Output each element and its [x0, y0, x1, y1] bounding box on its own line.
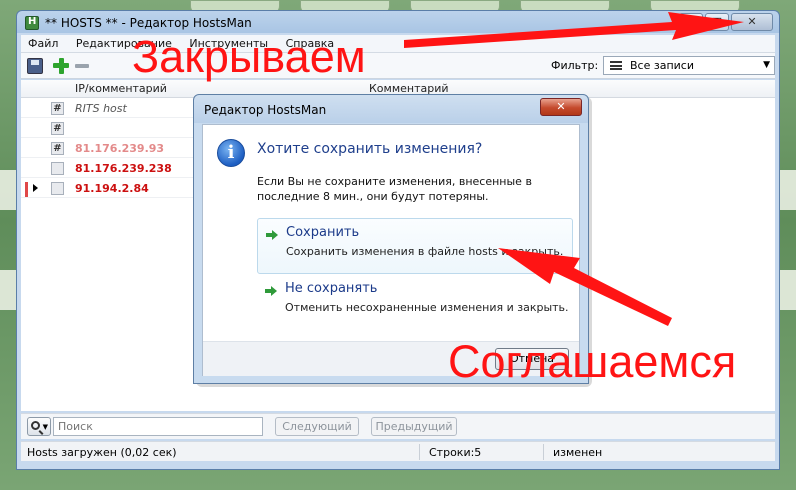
dialog-title: Редактор HostsMan: [204, 103, 327, 117]
dialog-message: Если Вы не сохраните изменения, внесенны…: [257, 175, 532, 203]
row-text: 91.194.2.84: [75, 182, 149, 195]
table-row[interactable]: #: [21, 119, 196, 138]
hostsman-app-icon: [25, 16, 39, 30]
status-state: изменен: [553, 446, 603, 459]
save-command-description: Сохранить изменения в файле hosts и закр…: [286, 245, 564, 258]
search-input[interactable]: [53, 417, 263, 436]
find-next-button[interactable]: Следующий: [275, 417, 359, 436]
row-text: 81.176.239.93: [75, 142, 165, 155]
save-icon[interactable]: [27, 58, 43, 74]
row-state-box[interactable]: #: [51, 142, 64, 155]
status-loaded: Hosts загружен (0,02 сек): [27, 446, 177, 459]
minimize-button[interactable]: –: [679, 13, 703, 31]
filter-select[interactable]: Все записи ▼: [603, 56, 775, 75]
window-title: ** HOSTS ** - Редактор HostsMan: [45, 16, 252, 30]
status-rows: Строки:5: [429, 446, 482, 459]
filter-value: Все записи: [630, 59, 694, 72]
save-command-button[interactable]: Сохранить Сохранить изменения в файле ho…: [257, 218, 573, 274]
search-options-button[interactable]: ▼: [27, 417, 51, 436]
dialog-close-button[interactable]: ✕: [540, 98, 582, 116]
search-icon: [31, 421, 40, 430]
maximize-button[interactable]: □: [705, 13, 729, 31]
current-row-arrow-icon: [33, 184, 38, 192]
status-divider: [419, 444, 420, 460]
modified-marker: [25, 182, 28, 197]
table-row-current[interactable]: 91.194.2.84: [21, 179, 196, 198]
chevron-down-icon: ▼: [763, 60, 770, 70]
status-divider: [543, 444, 544, 460]
row-state-box[interactable]: #: [51, 122, 64, 135]
arrow-right-icon: [265, 286, 277, 296]
info-icon: i: [217, 139, 245, 167]
column-ip[interactable]: IP/комментарий: [75, 82, 167, 95]
menu-file[interactable]: Файл: [21, 35, 65, 52]
dialog-heading: Хотите сохранить изменения?: [257, 141, 483, 157]
row-text: 81.176.239.238: [75, 162, 172, 175]
row-text: RITS host: [75, 102, 127, 115]
close-button[interactable]: ✕: [731, 13, 773, 31]
dont-save-command-button[interactable]: Не сохранять Отменить несохраненные изме…: [257, 275, 573, 331]
status-bar: Hosts загружен (0,02 сек) Строки:5 измен…: [21, 441, 775, 461]
row-state-box[interactable]: [51, 182, 64, 195]
list-icon: [610, 61, 622, 70]
search-bar: ▼ Следующий Предыдущий: [21, 413, 775, 439]
table-row[interactable]: # RITS host: [21, 99, 196, 118]
chevron-down-icon: ▼: [42, 423, 48, 431]
filter-label: Фильтр:: [551, 59, 599, 72]
table-row[interactable]: # 81.176.239.93: [21, 139, 196, 158]
row-state-box[interactable]: #: [51, 102, 64, 115]
row-state-box[interactable]: [51, 162, 64, 175]
remove-icon[interactable]: [75, 58, 91, 74]
save-command-title: Сохранить: [286, 225, 360, 240]
arrow-right-icon: [266, 230, 278, 240]
find-previous-button[interactable]: Предыдущий: [371, 417, 457, 436]
annotation-agree: Соглашаемся: [448, 336, 737, 387]
annotation-close: Закрываем: [132, 31, 366, 82]
dont-save-command-description: Отменить несохраненные изменения и закры…: [285, 301, 569, 314]
add-icon[interactable]: [53, 58, 69, 74]
dont-save-command-title: Не сохранять: [285, 281, 378, 296]
table-row[interactable]: 81.176.239.238: [21, 159, 196, 178]
